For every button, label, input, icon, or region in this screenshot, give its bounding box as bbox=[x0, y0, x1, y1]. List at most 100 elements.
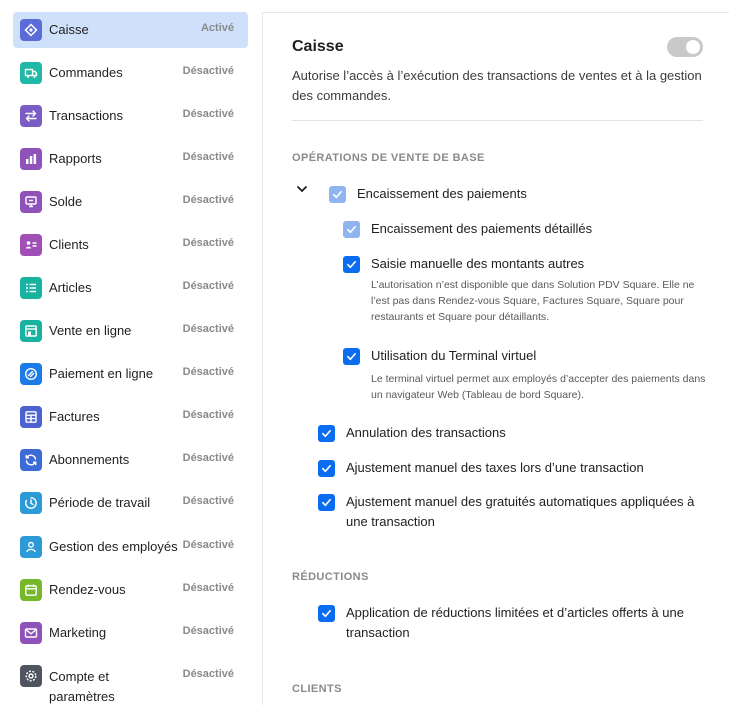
toggle-knob bbox=[686, 40, 700, 54]
link-icon bbox=[20, 363, 42, 385]
status-badge: Désactivé bbox=[182, 668, 234, 680]
status-badge: Désactivé bbox=[182, 625, 234, 637]
option-label-annulation: Annulation des transactions bbox=[346, 425, 506, 440]
header-divider bbox=[292, 120, 703, 121]
checkbox-saisie-manuelle[interactable] bbox=[343, 256, 360, 273]
status-badge: Désactivé bbox=[182, 108, 234, 120]
permissions-panel: Caisse Autorise l’accès à l’exécution de… bbox=[263, 13, 729, 705]
calendar-icon bbox=[20, 579, 42, 601]
status-badge: Désactivé bbox=[182, 539, 234, 551]
checkmark-icon bbox=[347, 260, 356, 269]
sidebar-item-compte-et-parametres[interactable]: Compte et paramètres Désactivé bbox=[13, 658, 248, 704]
customer-card-icon bbox=[20, 234, 42, 256]
status-badge: Désactivé bbox=[182, 452, 234, 464]
option-note-saisie-manuelle: L’autorisation n’est disponible que dans… bbox=[371, 279, 695, 323]
storefront-icon bbox=[20, 320, 42, 342]
sidebar-item-vente-en-ligne[interactable]: Vente en ligne Désactivé bbox=[13, 313, 248, 349]
sidebar-item-commandes[interactable]: Commandes Désactivé bbox=[13, 55, 248, 91]
balance-icon bbox=[20, 191, 42, 213]
register-icon bbox=[20, 19, 42, 41]
checkbox-annulation[interactable] bbox=[318, 425, 335, 442]
status-badge: Désactivé bbox=[182, 151, 234, 163]
sidebar-item-rapports[interactable]: Rapports Désactivé bbox=[13, 141, 248, 177]
sidebar-item-abonnements[interactable]: Abonnements Désactivé bbox=[13, 442, 248, 478]
sidebar-item-label: Articles bbox=[49, 280, 92, 295]
status-badge: Désactivé bbox=[182, 65, 234, 77]
sidebar-item-label: Compte et paramètres bbox=[49, 669, 115, 704]
sidebar-item-caisse[interactable]: Caisse Activé bbox=[13, 12, 248, 48]
status-badge: Désactivé bbox=[182, 409, 234, 421]
option-label-terminal-virtuel: Utilisation du Terminal virtuel bbox=[371, 348, 537, 363]
checkbox-reductions[interactable] bbox=[318, 605, 335, 622]
option-label-reductions: Application de réductions limitées et d’… bbox=[346, 605, 684, 640]
sidebar-item-label: Gestion des employés bbox=[49, 539, 178, 554]
sidebar-item-paiement-en-ligne[interactable]: Paiement en ligne Désactivé bbox=[13, 356, 248, 392]
sidebar-item-periode-de-travail[interactable]: Période de travail Désactivé bbox=[13, 485, 248, 521]
sidebar-item-label: Paiement en ligne bbox=[49, 366, 154, 381]
option-label-saisie-manuelle: Saisie manuelle des montants autres bbox=[371, 256, 585, 271]
sidebar: Caisse Activé Commandes Désactivé Transactio… bbox=[0, 0, 262, 705]
section-title-reductions: RÉDUCTIONS bbox=[292, 571, 369, 583]
sidebar-item-label: Commandes bbox=[49, 65, 123, 80]
section-title-base: OPÉRATIONS DE VENTE DE BASE bbox=[292, 152, 485, 164]
sidebar-item-label: Rendez-vous bbox=[49, 582, 126, 597]
status-badge: Désactivé bbox=[182, 323, 234, 335]
sidebar-item-factures[interactable]: Factures Désactivé bbox=[13, 399, 248, 435]
checkbox-terminal-virtuel[interactable] bbox=[343, 348, 360, 365]
sidebar-item-marketing[interactable]: Marketing Désactivé bbox=[13, 615, 248, 651]
sidebar-item-rendez-vous[interactable]: Rendez-vous Désactivé bbox=[13, 572, 248, 608]
sidebar-item-gestion-des-employes[interactable]: Gestion des employés Désactivé bbox=[13, 529, 248, 565]
sidebar-item-label: Marketing bbox=[49, 625, 107, 640]
checkbox-taxes[interactable] bbox=[318, 460, 335, 477]
checkmark-icon bbox=[322, 498, 331, 507]
sidebar-item-label: Vente en ligne bbox=[49, 323, 132, 338]
checkbox-encaissement-detail[interactable] bbox=[343, 221, 360, 238]
status-badge: Désactivé bbox=[182, 495, 234, 507]
checkmark-icon bbox=[322, 429, 331, 438]
refresh-icon bbox=[20, 449, 42, 471]
option-label-gratuites: Ajustement manuel des gratuités automati… bbox=[346, 494, 695, 529]
gear-icon bbox=[20, 665, 42, 687]
checkmark-icon bbox=[322, 609, 331, 618]
sidebar-item-label: Transactions bbox=[49, 108, 123, 123]
sidebar-item-label: Clients bbox=[49, 237, 89, 252]
envelope-icon bbox=[20, 622, 42, 644]
checkbox-gratuites[interactable] bbox=[318, 494, 335, 511]
checkbox-encaissement[interactable] bbox=[329, 186, 346, 203]
permission-description: Autorise l’accès à l’exécution des trans… bbox=[292, 68, 702, 103]
sidebar-item-label: Caisse bbox=[49, 22, 89, 37]
section-title-clients: CLIENTS bbox=[292, 683, 342, 695]
status-badge: Activé bbox=[200, 22, 234, 34]
option-note-terminal-virtuel: Le terminal virtuel permet aux employés … bbox=[371, 373, 706, 401]
sidebar-item-label: Abonnements bbox=[49, 452, 130, 467]
status-badge: Désactivé bbox=[182, 194, 234, 206]
option-label-encaissement-detail: Encaissement des paiements détaillés bbox=[371, 221, 593, 236]
invoice-icon bbox=[20, 406, 42, 428]
sidebar-item-clients[interactable]: Clients Désactivé bbox=[13, 227, 248, 263]
status-badge: Désactivé bbox=[182, 366, 234, 378]
clock-icon bbox=[20, 492, 42, 514]
swap-arrows-icon bbox=[20, 105, 42, 127]
checkmark-icon bbox=[322, 464, 331, 473]
sidebar-item-solde[interactable]: Solde Désactivé bbox=[13, 184, 248, 220]
sidebar-item-label: Factures bbox=[49, 409, 100, 424]
sidebar-item-transactions[interactable]: Transactions Désactivé bbox=[13, 98, 248, 134]
sidebar-item-label: Solde bbox=[49, 194, 83, 209]
sidebar-item-label: Période de travail bbox=[49, 495, 151, 510]
sidebar-item-label: Rapports bbox=[49, 151, 102, 166]
status-badge: Désactivé bbox=[182, 237, 234, 249]
permission-toggle[interactable] bbox=[667, 37, 703, 57]
truck-icon bbox=[20, 62, 42, 84]
sidebar-item-articles[interactable]: Articles Désactivé bbox=[13, 270, 248, 306]
checkmark-icon bbox=[333, 190, 342, 199]
list-icon bbox=[20, 277, 42, 299]
option-label-encaissement: Encaissement des paiements bbox=[357, 186, 527, 201]
checkmark-icon bbox=[347, 352, 356, 361]
bar-chart-icon bbox=[20, 148, 42, 170]
checkmark-icon bbox=[347, 225, 356, 234]
status-badge: Désactivé bbox=[182, 280, 234, 292]
option-label-taxes: Ajustement manuel des taxes lors d’une t… bbox=[346, 460, 644, 475]
chevron-down-icon[interactable] bbox=[295, 182, 309, 196]
status-badge: Désactivé bbox=[182, 582, 234, 594]
employee-icon bbox=[20, 536, 42, 558]
